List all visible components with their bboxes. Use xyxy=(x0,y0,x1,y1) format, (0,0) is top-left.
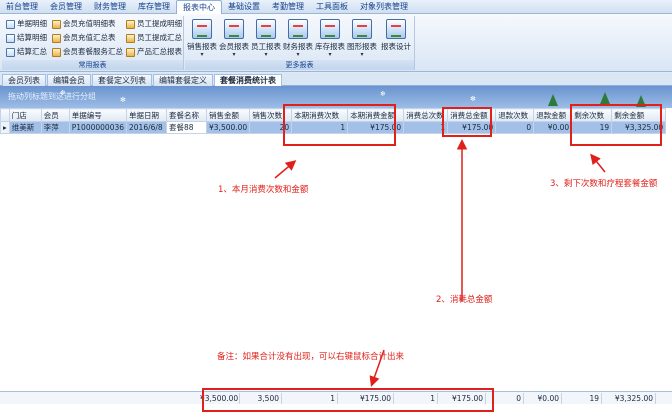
chart-report-icon xyxy=(320,19,340,39)
chart-report-icon xyxy=(192,19,212,39)
graph-report-button[interactable]: 图形报表 ▾ xyxy=(345,19,379,58)
report-icon xyxy=(6,33,15,43)
tab-member-list[interactable]: 会员列表 xyxy=(2,74,46,86)
common-reports-group: 单据明细 结算明细 结算汇总 会员充值明细表 会员充值汇总表 会员套餐服务汇总 … xyxy=(2,16,184,70)
chevron-down-icon: ▾ xyxy=(328,51,332,58)
menu-object-list[interactable]: 对象列表管理 xyxy=(354,0,414,14)
menu-finance[interactable]: 财务管理 xyxy=(88,0,132,14)
chevron-down-icon: ▾ xyxy=(200,51,204,58)
cell-member[interactable]: 李萍 xyxy=(40,121,70,134)
main-menu-bar: 前台管理 会员管理 财务管理 库存管理 报表中心 基础设置 考勤管理 工具面板 … xyxy=(0,0,672,14)
row-indicator-header xyxy=(0,108,10,122)
staff-report-button[interactable]: 员工报表 ▾ xyxy=(249,19,283,58)
report-icon xyxy=(126,47,135,57)
group-by-hint: 拖动列标题到这进行分组 xyxy=(8,92,96,101)
menu-report-center[interactable]: 报表中心 xyxy=(176,0,222,14)
menu-front-desk[interactable]: 前台管理 xyxy=(0,0,44,14)
more-reports-caption: 更多报表 xyxy=(185,60,414,70)
row-indicator-icon: ▸ xyxy=(0,121,10,134)
col-header[interactable]: 单据编号 xyxy=(68,108,128,122)
annotation-3: 3、剩下次数和疗程套餐金额 xyxy=(550,179,658,189)
cell-sales-amount[interactable]: ¥3,500.00 xyxy=(206,121,251,134)
settlement-detail-button[interactable]: 结算明细 xyxy=(6,32,47,44)
col-header[interactable]: 销售金额 xyxy=(206,108,251,122)
tree-icon xyxy=(600,92,610,104)
sales-report-button[interactable]: 销售报表 ▾ xyxy=(185,19,219,58)
report-icon xyxy=(126,33,135,43)
sum-remaining-count: 19 xyxy=(562,393,602,404)
snowflake-icon: ❄ xyxy=(380,90,386,98)
col-header[interactable]: 退款金额 xyxy=(533,108,573,122)
menu-member[interactable]: 会员管理 xyxy=(44,0,88,14)
menu-attendance[interactable]: 考勤管理 xyxy=(266,0,310,14)
tab-package-definition-list[interactable]: 套餐定义列表 xyxy=(92,74,152,86)
tree-icon xyxy=(548,94,558,106)
highlight-total-consume-amount xyxy=(442,107,492,137)
cell-package-name[interactable]: 套餐88 xyxy=(166,121,208,134)
report-icon xyxy=(52,47,61,57)
highlight-summary-footer xyxy=(202,388,494,412)
report-icon xyxy=(6,19,15,29)
finance-report-button[interactable]: 财务报表 ▾ xyxy=(281,19,315,58)
tab-edit-member[interactable]: 编辑会员 xyxy=(47,74,91,86)
document-tabs: 会员列表 编辑会员 套餐定义列表 编辑套餐定义 套餐消费统计表 xyxy=(0,73,672,86)
snowflake-icon: ✻ xyxy=(470,95,476,103)
chevron-down-icon: ▾ xyxy=(296,51,300,58)
cell-store[interactable]: 维美斯 xyxy=(8,121,42,134)
report-icon xyxy=(52,33,61,43)
chart-report-icon xyxy=(224,19,244,39)
annotation-2: 2、消耗总金额 xyxy=(436,295,493,305)
cell-refund-amount[interactable]: ¥0.00 xyxy=(533,121,573,134)
report-design-button[interactable]: 报表设计 xyxy=(379,19,413,57)
member-package-summary-button[interactable]: 会员套餐服务汇总 xyxy=(52,46,123,58)
cell-refund-count[interactable]: 0 xyxy=(495,121,535,134)
member-recharge-detail-button[interactable]: 会员充值明细表 xyxy=(52,18,116,30)
menu-tools[interactable]: 工具面板 xyxy=(310,0,354,14)
sum-remaining-amount: ¥3,325.00 xyxy=(602,393,656,404)
more-reports-group: 销售报表 ▾ 会员报表 ▾ 员工报表 ▾ 财务报表 ▾ 库存报表 ▾ 图形报表 ▾ 报表设计… xyxy=(185,16,415,70)
col-header[interactable]: 门店 xyxy=(8,108,42,122)
snowflake-icon: ❄ xyxy=(60,89,66,97)
col-header[interactable]: 退款次数 xyxy=(495,108,535,122)
col-header[interactable]: 会员 xyxy=(40,108,70,122)
snowflake-icon: ✻ xyxy=(120,96,126,104)
report-icon xyxy=(6,47,15,57)
col-header[interactable]: 单据日期 xyxy=(126,108,168,122)
annotation-note: 备注：如果合计没有出现，可以右键鼠标合计出来 xyxy=(217,352,405,362)
member-report-button[interactable]: 会员报表 ▾ xyxy=(217,19,251,58)
chevron-down-icon: ▾ xyxy=(232,51,236,58)
cell-bill-date[interactable]: 2016/6/8 xyxy=(126,121,168,134)
tab-edit-package-definition[interactable]: 编辑套餐定义 xyxy=(153,74,213,86)
chart-report-icon xyxy=(386,19,406,39)
staff-commission-detail-button[interactable]: 员工提成明细 xyxy=(126,18,182,30)
tab-package-consumption-report[interactable]: 套餐消费统计表 xyxy=(214,74,282,86)
chevron-down-icon: ▾ xyxy=(360,51,364,58)
cell-bill-number[interactable]: P1000000036 xyxy=(68,121,128,134)
annotation-1: 1、本月消费次数和金额 xyxy=(218,185,309,195)
col-header[interactable]: 套餐名称 xyxy=(166,108,208,122)
highlight-period-consumption xyxy=(283,104,396,146)
settlement-summary-button[interactable]: 结算汇总 xyxy=(6,46,47,58)
staff-commission-summary-button[interactable]: 员工提成汇总 xyxy=(126,32,182,44)
bill-detail-button[interactable]: 单据明细 xyxy=(6,18,47,30)
product-summary-button[interactable]: 产品汇总报表 xyxy=(126,46,182,58)
highlight-remaining xyxy=(570,104,662,146)
member-recharge-summary-button[interactable]: 会员充值汇总表 xyxy=(52,32,116,44)
menu-inventory[interactable]: 库存管理 xyxy=(132,0,176,14)
sum-refund-amount: ¥0.00 xyxy=(524,393,562,404)
chart-report-icon xyxy=(256,19,276,39)
chevron-down-icon: ▾ xyxy=(264,51,268,58)
inventory-report-button[interactable]: 库存报表 ▾ xyxy=(313,19,347,58)
report-icon xyxy=(126,19,135,29)
menu-basic-settings[interactable]: 基础设置 xyxy=(222,0,266,14)
chart-report-icon xyxy=(288,19,308,39)
chart-report-icon xyxy=(352,19,372,39)
ribbon: 单据明细 结算明细 结算汇总 会员充值明细表 会员充值汇总表 会员套餐服务汇总 … xyxy=(0,14,672,72)
report-icon xyxy=(52,19,61,29)
common-reports-caption: 常用报表 xyxy=(2,60,183,70)
